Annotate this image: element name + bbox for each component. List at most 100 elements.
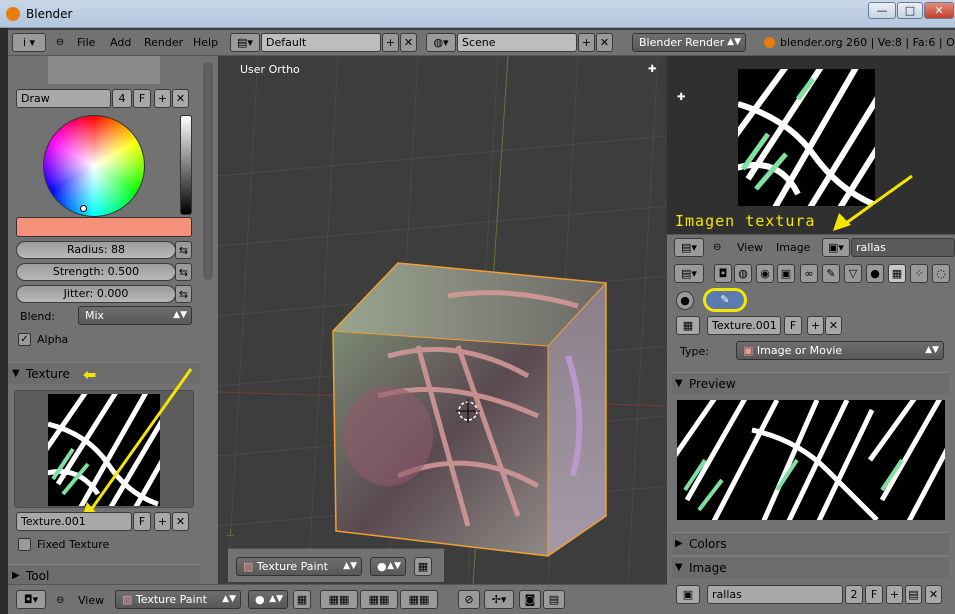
remove-scene-button[interactable]: ✕ bbox=[596, 33, 613, 52]
tool-panel-header[interactable]: ▶ Tool bbox=[8, 564, 200, 584]
snap-icon[interactable]: ⊘ bbox=[458, 590, 480, 609]
scene-tab-icon[interactable]: ◍ bbox=[734, 264, 752, 283]
properties-open-image[interactable]: ▤ bbox=[905, 585, 922, 604]
info-editor-icon[interactable]: i ▾ bbox=[12, 33, 46, 52]
snap-element-icon[interactable]: ✢▾ bbox=[484, 590, 514, 609]
texture-fake-user-button[interactable]: F bbox=[133, 512, 151, 531]
layout-field[interactable]: Default bbox=[261, 33, 381, 52]
add-brush-button[interactable]: + bbox=[154, 89, 171, 108]
add-layout-button[interactable]: + bbox=[382, 33, 399, 52]
3d-viewport[interactable]: User Ortho ✚ ⊥ ▨ Texture Paint ▲▼ ● ▲▼ ▦ bbox=[218, 56, 667, 584]
brush-texture-icon[interactable]: ✎ bbox=[703, 288, 747, 312]
properties-image-fake-user[interactable]: F bbox=[865, 585, 883, 604]
collapse-icon[interactable]: ⊖ bbox=[54, 33, 66, 52]
object-tab-icon[interactable]: ▣ bbox=[777, 264, 795, 283]
viewport-menu-view[interactable]: View bbox=[78, 591, 104, 610]
minimize-button[interactable]: — bbox=[868, 2, 896, 19]
texture-browse-icon[interactable]: ▦ bbox=[676, 316, 700, 335]
alpha-checkbox[interactable]: ✓ bbox=[18, 333, 31, 346]
close-button[interactable]: ✕ bbox=[924, 2, 954, 19]
properties-image-name-field[interactable]: rallas bbox=[707, 585, 843, 604]
image-panel-header[interactable]: ▼ Image bbox=[671, 556, 949, 578]
image-browse-icon[interactable]: ▣▾ bbox=[822, 238, 850, 257]
brush-fake-user-button[interactable]: F bbox=[133, 89, 151, 108]
layer-buttons-c[interactable]: ▦▦ bbox=[400, 590, 438, 609]
image-editor-name-field[interactable]: rallas bbox=[851, 238, 955, 257]
remove-brush-button[interactable]: ✕ bbox=[172, 89, 189, 108]
viewport-editor-type-icon[interactable]: ◘▾ bbox=[16, 590, 46, 609]
remove-texture-button[interactable]: ✕ bbox=[172, 512, 189, 531]
strength-field[interactable]: Strength: 0.500 bbox=[16, 263, 176, 281]
color-wheel[interactable] bbox=[43, 115, 145, 217]
viewport-texture-icon[interactable]: ▦ bbox=[414, 557, 432, 576]
layer-buttons-b[interactable]: ▦▦ bbox=[360, 590, 398, 609]
particle-tab-icon[interactable]: ⁘ bbox=[910, 264, 928, 283]
add-scene-button[interactable]: + bbox=[578, 33, 595, 52]
properties-texture-fake-user[interactable]: F bbox=[784, 316, 802, 335]
material-texture-icon[interactable]: ● bbox=[676, 291, 694, 310]
render-anim-icon[interactable]: ▤ bbox=[543, 590, 565, 609]
image-editor-corner-icon[interactable]: ✚ bbox=[677, 92, 685, 103]
texture-type-select[interactable]: ▣ Image or Movie ▲▼ bbox=[736, 341, 944, 360]
render-still-icon[interactable]: ◙ bbox=[519, 590, 541, 609]
strength-pressure-icon[interactable]: ⇆ bbox=[175, 263, 192, 281]
properties-remove-texture[interactable]: ✕ bbox=[825, 316, 842, 335]
texture-name-field[interactable]: Texture.001 bbox=[16, 512, 132, 531]
window-titlebar: Blender — □ ✕ bbox=[0, 0, 955, 28]
color-cursor[interactable] bbox=[80, 205, 87, 212]
colors-panel-header[interactable]: ▶ Colors bbox=[671, 532, 949, 554]
image-menu-view[interactable]: View bbox=[737, 238, 763, 257]
value-slider[interactable] bbox=[180, 115, 192, 215]
statusbar-shading-select[interactable]: ● ▲▼ bbox=[248, 590, 288, 609]
scene-field[interactable]: Scene bbox=[457, 33, 577, 52]
physics-tab-icon[interactable]: ◌ bbox=[932, 264, 950, 283]
render-tab-icon[interactable]: ◘ bbox=[714, 264, 732, 283]
texture-tab-icon[interactable]: ▦ bbox=[888, 264, 906, 283]
image-menu-image[interactable]: Image bbox=[776, 238, 810, 257]
brush-name-field[interactable]: Draw bbox=[16, 89, 111, 108]
properties-add-image[interactable]: + bbox=[886, 585, 903, 604]
material-tab-icon[interactable]: ● bbox=[866, 264, 884, 283]
image-editor[interactable]: ✚ Imagen textura bbox=[667, 56, 955, 234]
menu-help[interactable]: Help bbox=[193, 33, 218, 52]
radius-pressure-icon[interactable]: ⇆ bbox=[175, 241, 192, 259]
tool-shelf-scrollbar[interactable] bbox=[203, 62, 213, 280]
properties-remove-image[interactable]: ✕ bbox=[925, 585, 942, 604]
viewport-shading-select[interactable]: ● ▲▼ bbox=[370, 557, 406, 576]
viewport-collapse-icon[interactable]: ⊖ bbox=[56, 591, 64, 610]
textured-cube[interactable] bbox=[218, 56, 667, 584]
main-header: i ▾ ⊖ File Add Render Help ▤▾ Default + … bbox=[8, 30, 955, 56]
menu-add[interactable]: Add bbox=[110, 33, 131, 52]
properties-editor-type-icon[interactable]: ▤▾ bbox=[674, 264, 704, 283]
image-editor-type-icon[interactable]: ▤▾ bbox=[674, 238, 704, 257]
image-editor-collapse-icon[interactable]: ⊖ bbox=[713, 238, 721, 257]
brush-color-swatch[interactable] bbox=[16, 217, 192, 237]
jitter-field[interactable]: Jitter: 0.000 bbox=[16, 285, 176, 303]
properties-add-texture[interactable]: + bbox=[807, 316, 824, 335]
blend-select[interactable]: Mix ▲▼ bbox=[78, 306, 192, 325]
add-texture-button[interactable]: + bbox=[154, 512, 171, 531]
menu-file[interactable]: File bbox=[77, 33, 95, 52]
brush-preview bbox=[48, 56, 160, 84]
properties-texture-name-field[interactable]: Texture.001 bbox=[707, 316, 781, 335]
world-tab-icon[interactable]: ◉ bbox=[756, 264, 774, 283]
fixed-texture-checkbox[interactable] bbox=[18, 538, 31, 551]
radius-field[interactable]: Radius: 88 bbox=[16, 241, 176, 259]
alpha-label: Alpha bbox=[37, 333, 69, 346]
preview-panel-header[interactable]: ▼ Preview bbox=[671, 372, 949, 394]
statusbar-texture-icon[interactable]: ▦ bbox=[293, 590, 311, 609]
modifier-tab-icon[interactable]: ✎ bbox=[822, 264, 840, 283]
menu-render[interactable]: Render bbox=[144, 33, 183, 52]
screen-layout-icon[interactable]: ▤▾ bbox=[230, 33, 260, 52]
jitter-pressure-icon[interactable]: ⇆ bbox=[175, 285, 192, 303]
data-tab-icon[interactable]: ▽ bbox=[844, 264, 862, 283]
render-engine-select[interactable]: Blender Render ▲▼ bbox=[632, 33, 746, 52]
remove-layout-button[interactable]: ✕ bbox=[400, 33, 417, 52]
statusbar-mode-select[interactable]: ▨ Texture Paint ▲▼ bbox=[115, 590, 241, 609]
scene-icon[interactable]: ◍▾ bbox=[426, 33, 456, 52]
constraint-tab-icon[interactable]: ∞ bbox=[800, 264, 818, 283]
layer-buttons-a[interactable]: ▦▦ bbox=[320, 590, 358, 609]
viewport-mode-select[interactable]: ▨ Texture Paint ▲▼ bbox=[236, 557, 362, 576]
maximize-button[interactable]: □ bbox=[897, 2, 923, 19]
properties-image-browse-icon[interactable]: ▣ bbox=[676, 585, 700, 604]
